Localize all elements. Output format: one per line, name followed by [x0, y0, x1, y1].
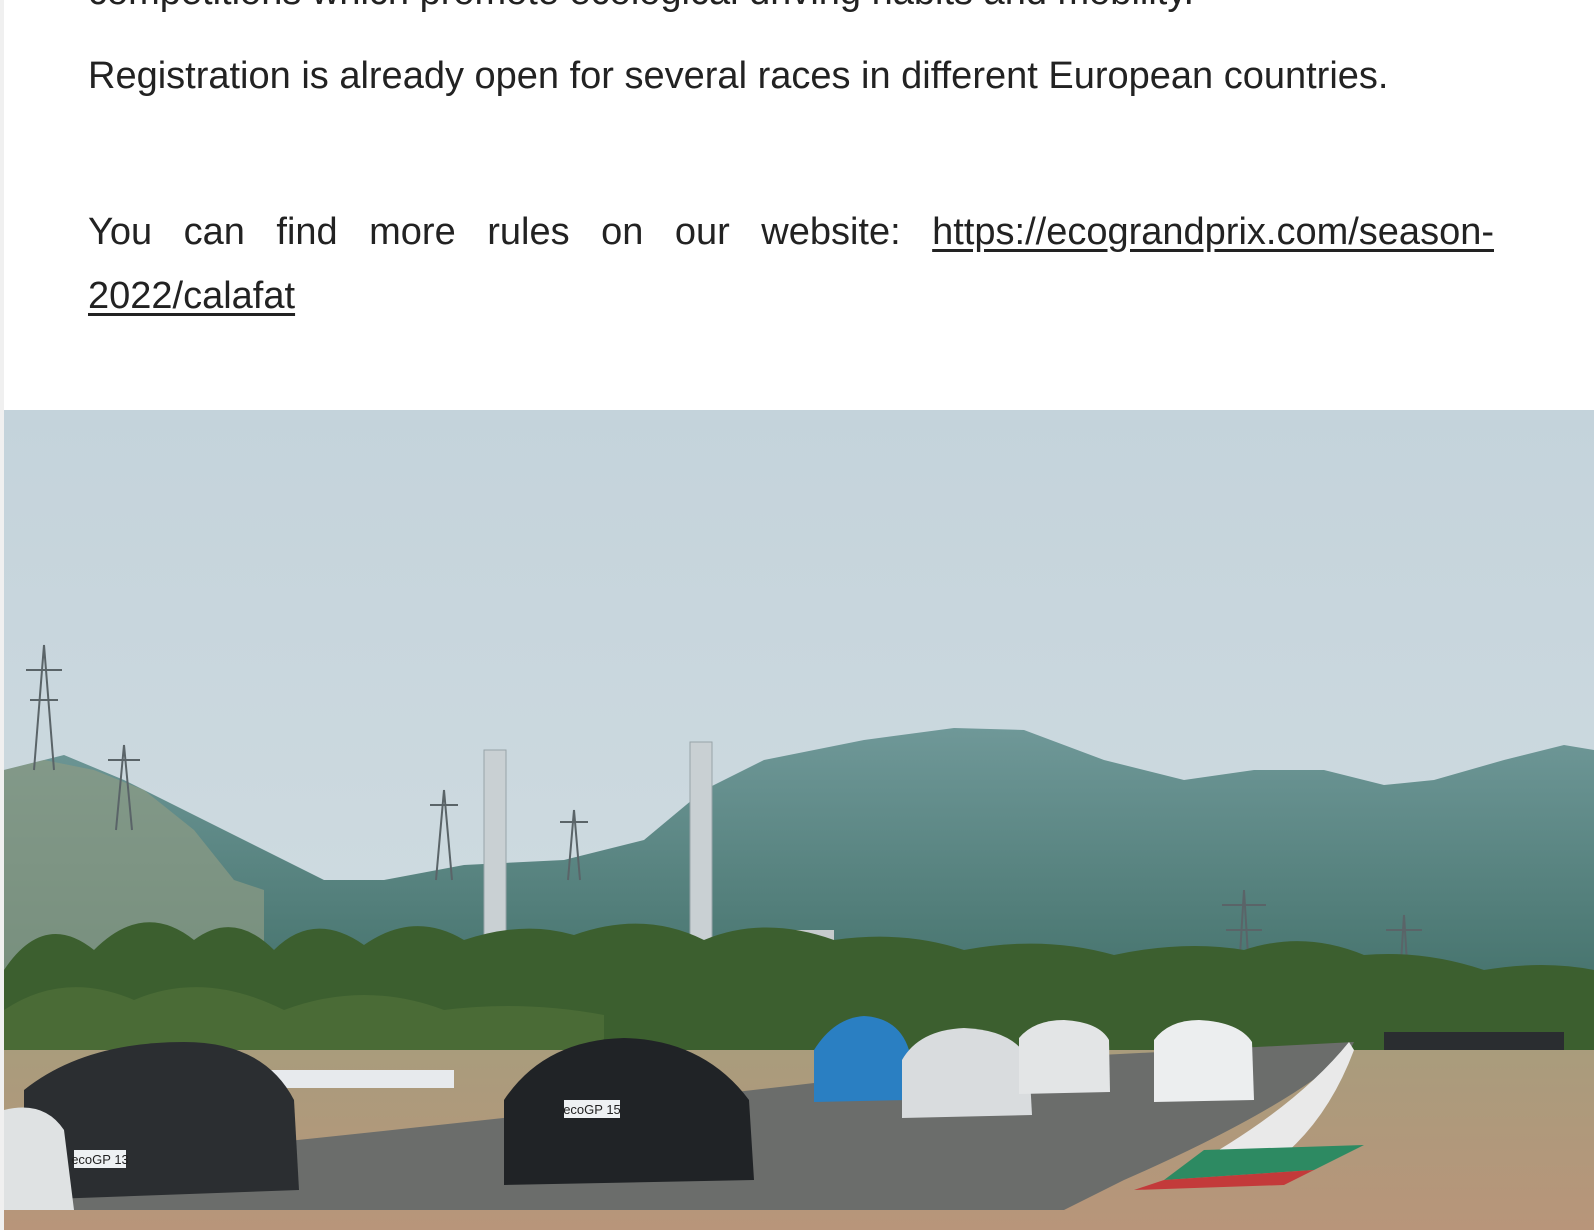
rules-text: You can find more rules on our website: [88, 211, 933, 253]
plate-ecogp-13: ecoGP 13 [71, 1152, 129, 1167]
rules-paragraph: You can find more rules on our website: … [88, 200, 1494, 328]
registration-paragraph: Registration is already open for several… [88, 55, 1389, 97]
race-track-photo: ecoGP 13 ecoGP 15 [4, 410, 1594, 1230]
plate-ecogp-15: ecoGP 15 [563, 1102, 621, 1117]
race-track-image: ecoGP 13 ecoGP 15 [4, 410, 1594, 1230]
article-card: competitions which promote ecological dr… [4, 0, 1594, 1230]
cut-off-text-line: competitions which promote ecological dr… [88, 0, 1194, 24]
